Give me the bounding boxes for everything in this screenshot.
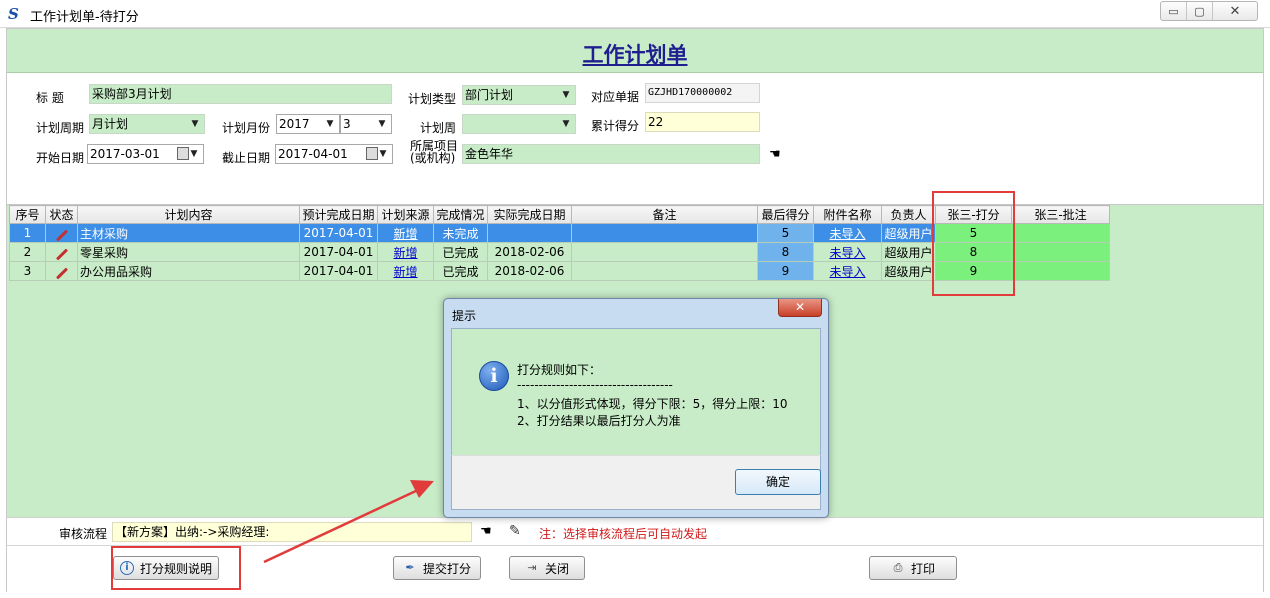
dialog-line-4: 2、打分结果以最后打分人为准: [517, 414, 681, 428]
ok-button[interactable]: 确定: [735, 469, 821, 495]
message-dialog: 提示 ✕ i 打分规则如下： -------------------------…: [443, 298, 829, 518]
dialog-close-button[interactable]: ✕: [778, 299, 822, 317]
info-icon: i: [479, 361, 509, 391]
dialog-separator: ------------------------------------: [517, 378, 673, 392]
dialog-footer: 确定: [451, 455, 821, 510]
dialog-line-3: 1、以分值形式体现，得分下限：5，得分上限：10: [517, 397, 788, 411]
dialog-line-1: 打分规则如下：: [517, 363, 602, 377]
annotation-arrow-head: [410, 480, 434, 498]
annotation-arrow-line: [263, 488, 419, 564]
dialog-body: i 打分规则如下： ------------------------------…: [451, 328, 821, 455]
dialog-title: 提示: [452, 309, 477, 323]
